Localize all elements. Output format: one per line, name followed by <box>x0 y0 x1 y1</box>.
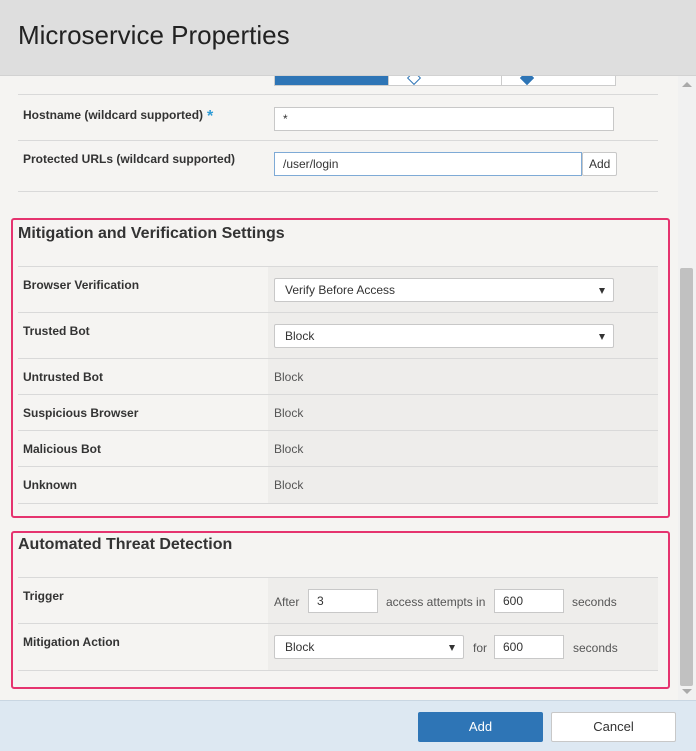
hostname-row: Hostname (wildcard supported) * * <box>18 94 658 141</box>
mitigation-section-title: Mitigation and Verification Settings <box>18 225 285 242</box>
scroll-down-icon[interactable] <box>682 689 692 694</box>
mitigation-action-row: Mitigation Action Block for 600 seconds <box>18 623 658 671</box>
trigger-after-text: After <box>274 595 300 609</box>
chevron-down-icon <box>599 334 605 340</box>
mitigation-seconds-input[interactable]: 600 <box>494 635 564 659</box>
scroll-up-icon[interactable] <box>682 82 692 87</box>
unknown-row: Unknown Block <box>18 466 658 504</box>
suspicious-browser-label: Suspicious Browser <box>23 406 139 420</box>
shield-icon <box>520 76 535 86</box>
unknown-value: Block <box>274 478 304 492</box>
suspicious-browser-value: Block <box>274 406 304 420</box>
unknown-label: Unknown <box>23 478 77 492</box>
dialog-footer: Add Cancel <box>0 700 696 751</box>
browser-verification-label: Browser Verification <box>23 278 140 292</box>
mitigation-seconds-text: seconds <box>573 641 618 655</box>
trusted-bot-select[interactable]: Block <box>274 324 614 348</box>
required-indicator: * <box>207 108 214 125</box>
suspicious-browser-row: Suspicious Browser Block <box>18 394 658 431</box>
browser-verification-row: Browser Verification Verify Before Acces… <box>18 266 658 313</box>
trigger-seconds-text: seconds <box>572 595 617 609</box>
trigger-label: Trigger <box>23 589 64 603</box>
chevron-down-icon <box>599 288 605 294</box>
malicious-bot-row: Malicious Bot Block <box>18 430 658 467</box>
malicious-bot-value: Block <box>274 442 304 456</box>
malicious-bot-label: Malicious Bot <box>23 442 102 456</box>
mitigation-action-label: Mitigation Action <box>23 635 120 649</box>
hostname-input[interactable]: * <box>274 107 614 131</box>
dialog-content: Hostname (wildcard supported) * * Protect… <box>0 76 678 700</box>
untrusted-bot-value: Block <box>274 370 304 384</box>
shield-icon <box>406 76 421 86</box>
mitigation-action-select[interactable]: Block <box>274 635 464 659</box>
scroll-thumb[interactable] <box>680 268 693 686</box>
trigger-seconds-input[interactable]: 600 <box>494 589 564 613</box>
dialog-title: Microservice Properties <box>18 20 290 50</box>
tab-2[interactable] <box>389 76 503 86</box>
threat-section-title: Automated Threat Detection <box>18 536 233 553</box>
protected-urls-row: Protected URLs (wildcard supported) /use… <box>18 140 658 192</box>
add-url-button[interactable]: Add <box>582 152 618 176</box>
trusted-bot-label: Trusted Bot <box>23 324 90 338</box>
cancel-button[interactable]: Cancel <box>551 712 676 742</box>
add-button[interactable]: Add <box>418 712 543 742</box>
hostname-label: Hostname (wildcard supported) * <box>23 108 214 125</box>
tab-1[interactable] <box>275 76 389 85</box>
for-text: for <box>473 641 488 655</box>
untrusted-bot-label: Untrusted Bot <box>23 370 103 384</box>
browser-verification-select[interactable]: Verify Before Access <box>274 278 614 302</box>
trigger-row: Trigger After 3 access attempts in 600 s… <box>18 577 658 624</box>
trigger-attempts-text: access attempts in <box>386 595 486 609</box>
vertical-scrollbar[interactable] <box>678 76 696 700</box>
mode-tabs[interactable] <box>274 76 616 86</box>
untrusted-bot-row: Untrusted Bot Block <box>18 358 658 395</box>
protected-urls-label: Protected URLs (wildcard supported) <box>23 152 236 166</box>
protected-urls-input[interactable]: /user/login <box>274 152 582 176</box>
trusted-bot-row: Trusted Bot Block <box>18 312 658 359</box>
dialog-header: Microservice Properties <box>0 0 696 76</box>
attempts-input[interactable]: 3 <box>308 589 378 613</box>
chevron-down-icon <box>449 645 455 651</box>
tab-3[interactable] <box>502 76 615 86</box>
